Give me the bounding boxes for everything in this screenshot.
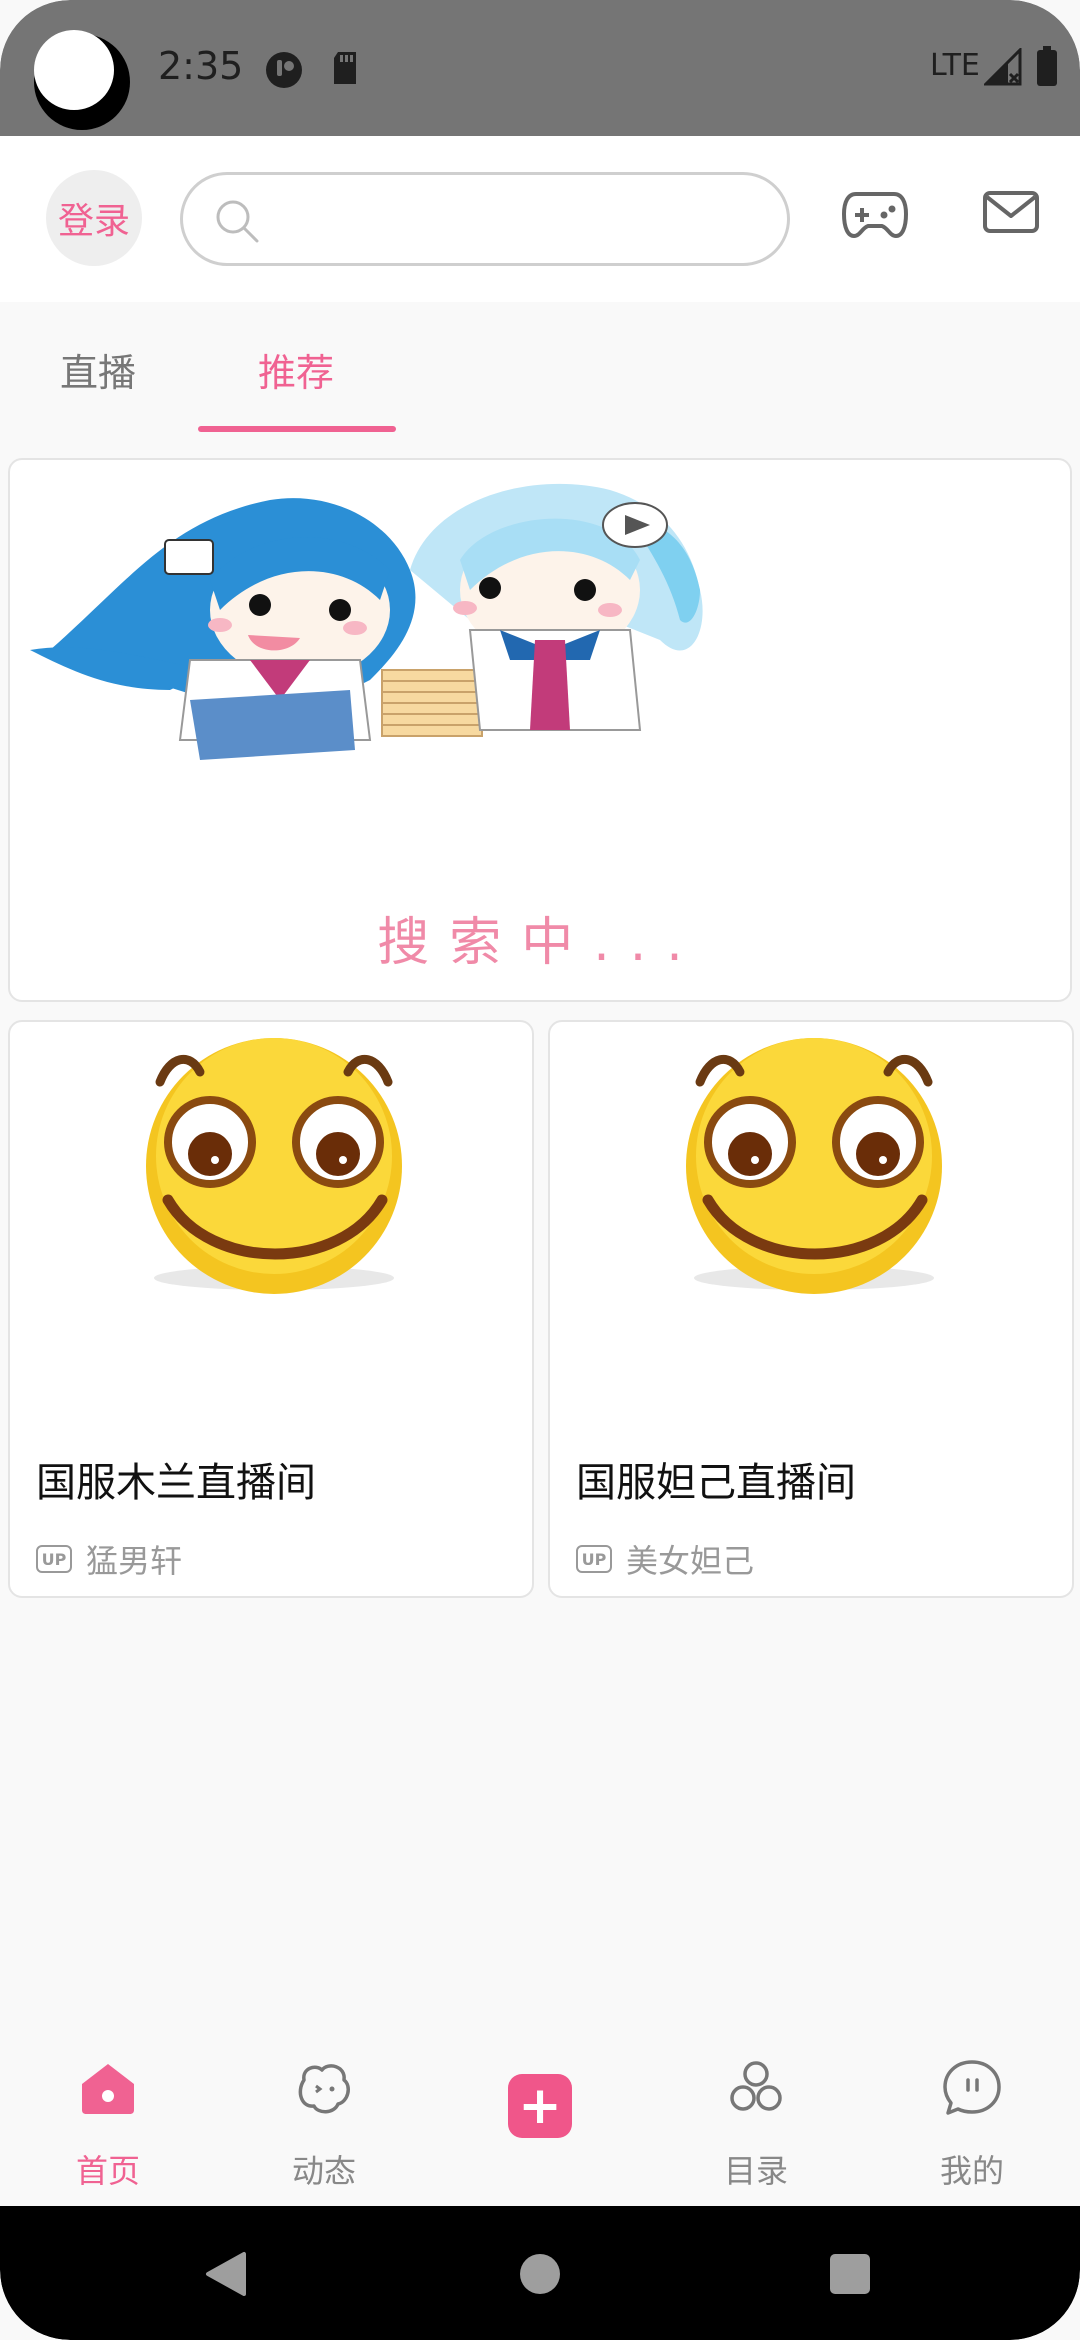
tab-recommend[interactable]: 推荐 [258,342,334,397]
app-bar: 登录 [0,136,1080,302]
nav-category[interactable]: 目录 [686,2036,826,2206]
home-button[interactable] [520,2254,560,2294]
nav-dynamic[interactable]: 动态 [254,2036,394,2206]
banner-illustration [30,483,703,760]
tab-bar: 直播 推荐 [0,302,1080,436]
nav-mine[interactable]: 我的 [902,2036,1042,2206]
nav-dynamic-label: 动态 [291,2152,356,2190]
live-room-card[interactable]: 国服妲己直播间 UP 美女妲己 [548,1020,1074,1598]
banner-caption: 搜索中... [377,913,703,973]
back-icon[interactable] [204,2250,248,2298]
bottom-nav: 首页 动态 + 目录 我的 [0,2036,1080,2206]
tab-indicator [198,426,396,432]
chat-bubble-icon [943,2060,1001,2115]
search-box[interactable] [180,172,790,266]
battery-icon [1036,46,1058,90]
add-icon: + [518,2076,562,2136]
signal-icon [982,46,1022,90]
add-button[interactable]: + [508,2074,572,2138]
card-thumbnail [146,1038,402,1294]
screen: 2:35 LTE 登录 直播 推荐 搜索中... 国服木兰直播间 UP 猛男轩 … [0,0,1080,2340]
home-icon [82,2064,134,2114]
uploader-name: 猛男轩 [86,1542,183,1580]
live-room-card[interactable]: 国服木兰直播间 UP 猛男轩 [8,1020,534,1598]
network-type: LTE [930,48,980,83]
camera-lens [34,30,114,110]
card-thumbnail [686,1038,942,1294]
tab-live[interactable]: 直播 [60,342,136,397]
nav-home[interactable]: 首页 [38,2036,178,2206]
uploader-name: 美女妲己 [626,1542,755,1580]
nav-home-label: 首页 [75,2152,140,2190]
recents-button[interactable] [830,2254,870,2294]
status-bar: 2:35 LTE [0,0,1080,136]
sd-card-icon [330,50,360,90]
notification-app-icon [264,50,304,94]
card-title: 国服木兰直播间 [36,1460,316,1506]
search-icon [216,200,259,243]
banner[interactable]: 搜索中... [8,458,1072,1002]
login-button[interactable]: 登录 [46,170,142,266]
system-nav-bar [0,2206,1080,2340]
dynamic-icon [298,2064,350,2114]
status-time: 2:35 [158,44,244,88]
up-badge: UP [36,1545,72,1573]
nav-mine-label: 我的 [939,2152,1004,2190]
mail-icon[interactable] [982,188,1040,240]
card-title: 国服妲己直播间 [576,1460,856,1506]
card-uploader: UP 美女妲己 [576,1536,754,1582]
gamepad-icon[interactable] [842,188,908,246]
card-uploader: UP 猛男轩 [36,1536,182,1582]
search-input[interactable] [273,189,763,249]
up-badge: UP [576,1545,612,1573]
nav-category-label: 目录 [723,2152,788,2190]
category-icon [730,2061,782,2111]
